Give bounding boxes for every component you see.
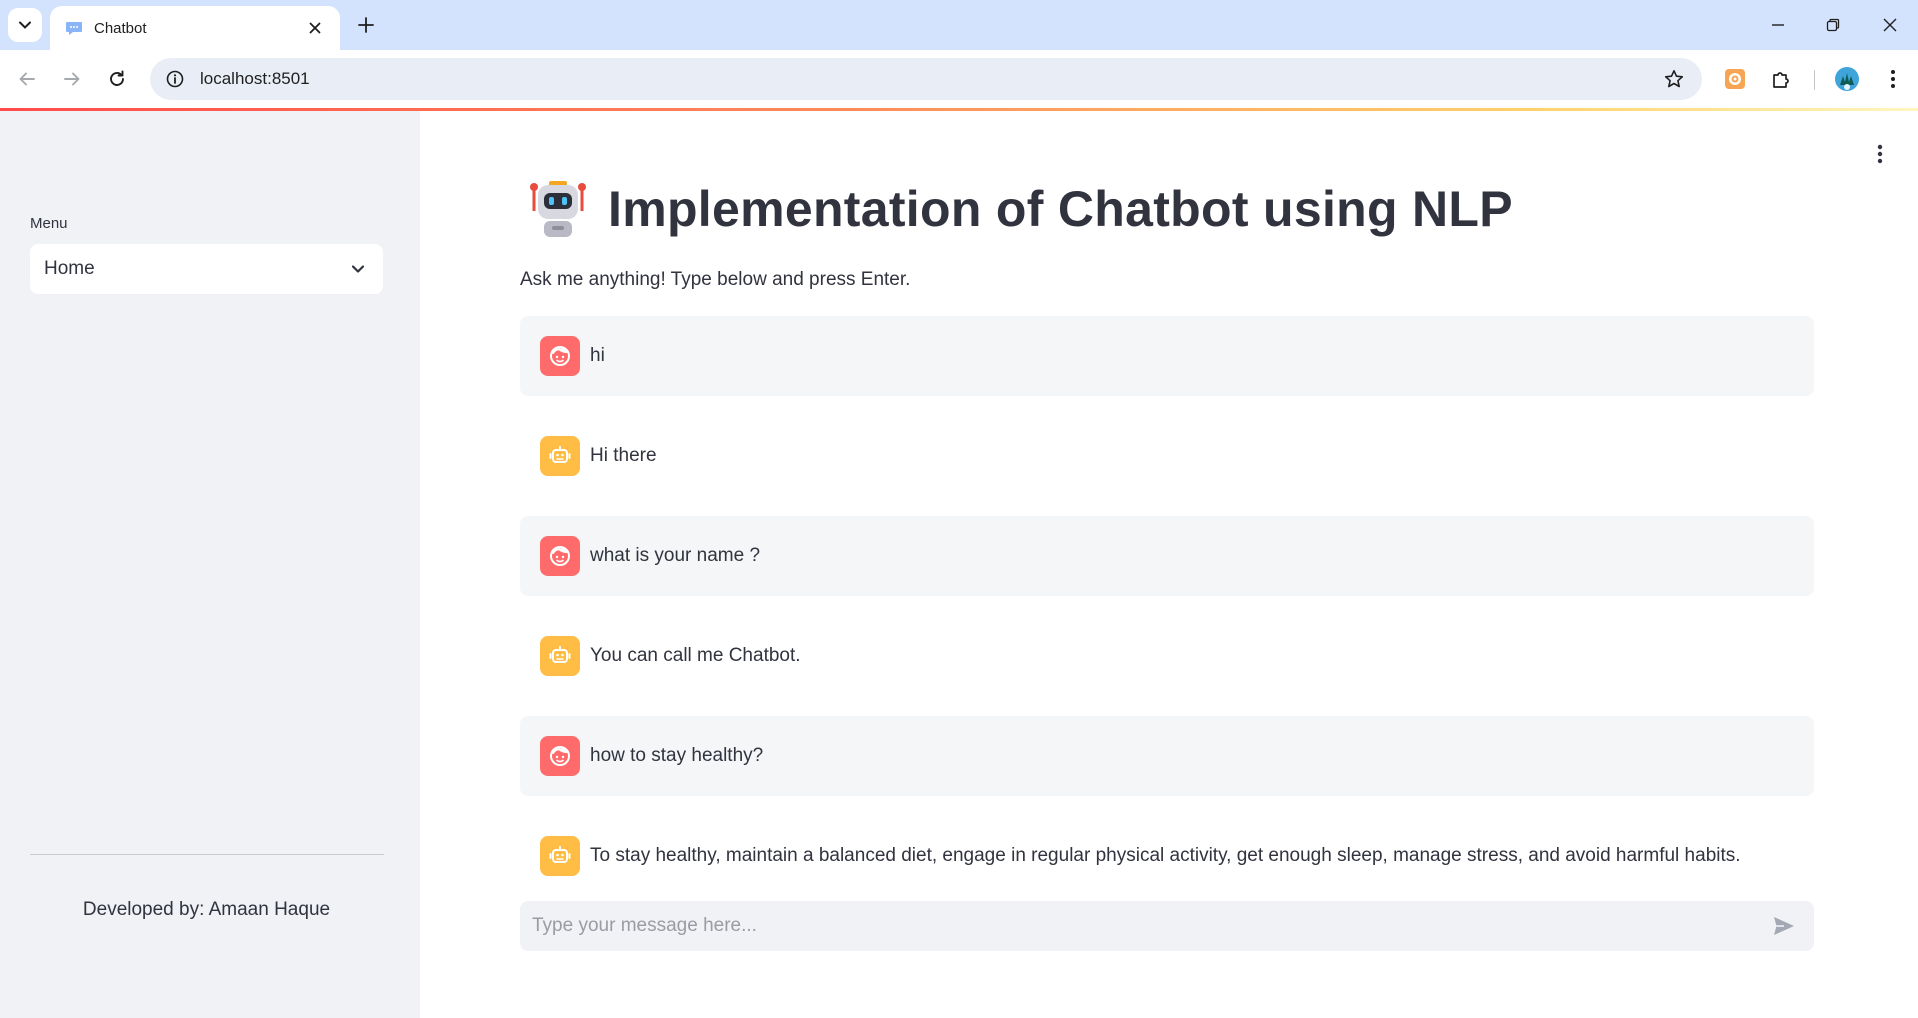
toolbar-divider — [1814, 70, 1815, 90]
chevron-down-icon — [19, 21, 31, 29]
window-close-button[interactable] — [1872, 10, 1908, 40]
reload-button[interactable] — [100, 62, 134, 96]
new-tab-button[interactable] — [352, 11, 380, 39]
user-face-icon — [540, 736, 580, 776]
message-text: To stay healthy, maintain a balanced die… — [590, 845, 1741, 866]
extension-button[interactable] — [1718, 62, 1752, 96]
browser-toolbar: localhost:8501 — [0, 50, 1918, 108]
arrow-right-icon — [64, 72, 80, 86]
chat-message-bot: To stay healthy, maintain a balanced die… — [520, 816, 1814, 896]
developer-credit: Developed by: Amaan Haque — [82, 899, 331, 920]
url-text: localhost:8501 — [200, 69, 310, 88]
kebab-menu-icon — [1877, 144, 1883, 164]
tab-search-button[interactable] — [8, 8, 42, 42]
restore-icon — [1826, 18, 1840, 32]
restore-button[interactable] — [1815, 10, 1851, 40]
page-title: Implementation of Chatbot using NLP — [608, 181, 1513, 237]
tab-title: Chatbot — [94, 19, 147, 37]
user-face-icon — [540, 336, 580, 376]
robot-emoji-icon — [530, 181, 586, 237]
close-icon — [1883, 18, 1897, 32]
send-button[interactable] — [1766, 908, 1802, 944]
user-face-icon — [540, 536, 580, 576]
chat-message-bot: Hi there — [520, 416, 1814, 496]
bookmark-star-icon[interactable] — [1660, 65, 1688, 93]
info-icon[interactable] — [164, 68, 186, 90]
back-button[interactable] — [10, 62, 44, 96]
sidebar-divider — [30, 854, 384, 855]
chat-message-user: how to stay healthy? — [520, 716, 1814, 796]
forward-button[interactable] — [55, 62, 89, 96]
minimize-icon — [1772, 24, 1784, 26]
chat-input-container — [520, 901, 1814, 951]
robot-face-icon — [540, 636, 580, 676]
plus-icon — [358, 17, 374, 33]
kebab-menu-icon — [1891, 70, 1895, 88]
message-text: what is your name ? — [590, 545, 761, 566]
message-text: how to stay healthy? — [590, 745, 764, 766]
page-subtitle: Ask me anything! Type below and press En… — [520, 269, 911, 290]
browser-menu-button[interactable] — [1876, 62, 1910, 96]
chat-input[interactable] — [532, 915, 1766, 937]
page-title-row: Implementation of Chatbot using NLP — [528, 179, 1513, 239]
minimize-button[interactable] — [1760, 10, 1796, 40]
message-text: Hi there — [590, 445, 657, 466]
chat-message-user: what is your name ? — [520, 516, 1814, 596]
arrow-left-icon — [19, 72, 35, 86]
extension-camera-icon — [1725, 69, 1745, 89]
close-icon[interactable] — [304, 17, 326, 39]
app-menu-button[interactable] — [1870, 141, 1890, 167]
menu-select[interactable]: Home — [30, 244, 383, 294]
main-content: Implementation of Chatbot using NLP Ask … — [420, 111, 1918, 1018]
puzzle-icon — [1773, 72, 1789, 88]
chat-message-bot: You can call me Chatbot. — [520, 616, 1814, 696]
message-text: hi — [590, 345, 605, 366]
menu-label: Menu — [30, 215, 68, 232]
browser-tab-chatbot[interactable]: Chatbot — [50, 6, 340, 50]
extensions-menu-button[interactable] — [1764, 62, 1798, 96]
address-bar[interactable]: localhost:8501 — [150, 58, 1702, 100]
message-text: You can call me Chatbot. — [590, 645, 801, 666]
chat-message-user: hi — [520, 316, 1814, 396]
robot-face-icon — [540, 836, 580, 876]
chat-bubble-icon — [64, 18, 84, 38]
profile-button[interactable] — [1830, 62, 1864, 96]
sidebar: Menu Home Developed by: Amaan Haque — [0, 111, 420, 1018]
send-icon — [1774, 917, 1794, 935]
robot-face-icon — [540, 436, 580, 476]
browser-tabstrip: Chatbot — [0, 0, 1918, 50]
reload-icon — [110, 70, 124, 86]
chevron-down-icon — [347, 258, 369, 280]
menu-select-value: Home — [44, 258, 95, 279]
avatar — [1835, 67, 1859, 91]
